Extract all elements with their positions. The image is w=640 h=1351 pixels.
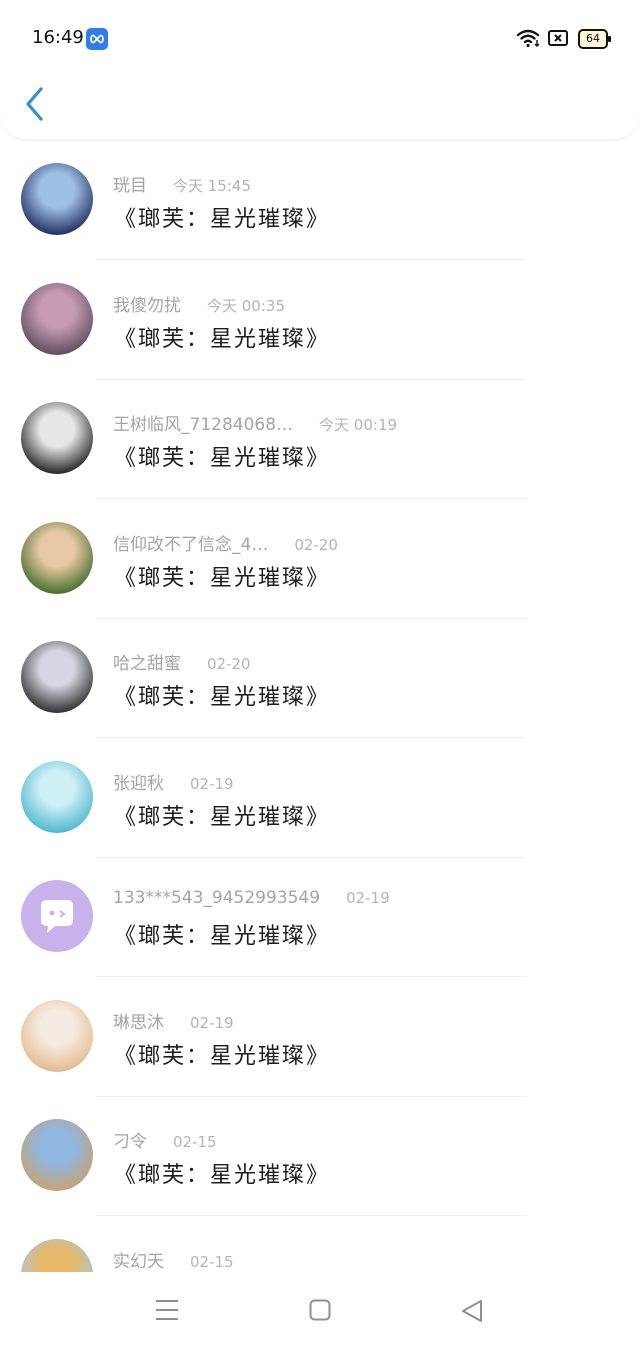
username[interactable]: 珖目 (113, 176, 147, 196)
comment-time: 今天 00:35 (207, 296, 285, 315)
top-bar: 16:49 64 (0, 0, 640, 139)
comment-time: 今天 00:19 (319, 416, 398, 434)
comment-row[interactable]: 张迎秋 02-19 《瑯芙：星光璀璨》 (0, 739, 640, 858)
comment-row[interactable]: 王树临风_71284068… 今天 00:19 《瑯芙：星光璀璨》 (0, 380, 640, 499)
avatar[interactable] (21, 641, 93, 713)
avatar[interactable] (21, 880, 93, 952)
comment-time: 02-15 (173, 1133, 217, 1151)
username[interactable]: 琳思沐 (113, 1013, 164, 1033)
username[interactable]: 张迎秋 (113, 774, 164, 794)
comment-book-title: 《瑯芙：星光璀璨》 (114, 685, 331, 710)
comment-time: 02-15 (190, 1252, 234, 1271)
comment-row[interactable]: 刁令 02-15 《瑯芙：星光璀璨》 (0, 1097, 640, 1216)
comment-book-title: 《瑯芙：星光璀璨》 (114, 565, 331, 591)
username[interactable]: 王树临风_71284068… (113, 415, 293, 435)
back-triangle-icon[interactable] (460, 1299, 484, 1327)
comment-book-title: 《瑯芙：星光璀璨》 (114, 804, 331, 830)
comment-row[interactable]: 信仰改不了信念_4… 02-20 《瑯芙：星光璀璨》 (0, 500, 640, 619)
username[interactable]: 刁令 (113, 1132, 147, 1152)
comment-row[interactable]: 珖目 今天 15:45 《瑯芙：星光璀璨》 (0, 141, 640, 260)
avatar[interactable] (21, 402, 93, 474)
comment-row[interactable]: 133***543_9452993549 02-19 《瑯芙：星光璀璨》 (0, 858, 640, 977)
comment-meta: 珖目 今天 15:45 (113, 171, 251, 196)
status-time: 16:49 (32, 27, 84, 48)
comment-book-title: 《瑯芙：星光璀璨》 (114, 446, 331, 471)
comment-meta: 刁令 02-15 (113, 1127, 217, 1152)
chevron-left-icon (26, 87, 43, 121)
comment-time: 02-20 (294, 535, 338, 554)
comment-row[interactable]: 实幻天 02-15 (0, 1217, 640, 1272)
username[interactable]: 信仰改不了信念_4… (113, 535, 268, 555)
comment-meta: 王树临风_71284068… 今天 00:19 (113, 410, 397, 435)
comment-book-title: 《瑯芙：星光璀璨》 (114, 207, 331, 232)
comment-list[interactable]: 珖目 今天 15:45 《瑯芙：星光璀璨》 我傻勿扰 今天 00:35 《瑯芙：星光璀璨》… (0, 141, 640, 1272)
comment-meta: 实幻天 02-15 (113, 1247, 234, 1272)
battery-indicator: 64 (578, 29, 611, 49)
avatar[interactable] (21, 1238, 93, 1272)
comment-meta: 我傻勿扰 今天 00:35 (113, 291, 285, 316)
infinity-icon (86, 28, 108, 50)
comment-time: 02-19 (346, 889, 390, 907)
comment-time: 今天 15:45 (173, 177, 251, 195)
comment-time: 02-19 (190, 774, 234, 793)
comment-meta: 133***543_9452993549 02-19 (113, 888, 390, 908)
comment-time: 02-19 (190, 1013, 234, 1032)
avatar[interactable] (21, 163, 93, 235)
comment-meta: 琳思沐 02-19 (113, 1008, 234, 1033)
wifi-icon (516, 28, 542, 52)
comment-meta: 信仰改不了信念_4… 02-20 (113, 530, 338, 555)
system-nav-bar (0, 1272, 640, 1351)
avatar[interactable] (21, 999, 93, 1072)
username[interactable]: 133***543_9452993549 (113, 888, 320, 908)
home-icon[interactable] (309, 1299, 331, 1325)
avatar[interactable] (21, 1119, 93, 1191)
comment-row[interactable]: 哈之甜蜜 02-20 《瑯芙：星光璀璨》 (0, 619, 640, 738)
comment-book-title: 《瑯芙：星光璀璨》 (114, 1163, 331, 1188)
avatar[interactable] (21, 760, 93, 833)
comment-book-title: 《瑯芙：星光璀璨》 (114, 924, 331, 949)
comment-book-title: 《瑯芙：星光璀璨》 (114, 326, 331, 352)
comment-meta: 哈之甜蜜 02-20 (113, 649, 251, 674)
comment-row[interactable]: 琳思沐 02-19 《瑯芙：星光璀璨》 (0, 978, 640, 1097)
username[interactable]: 实幻天 (113, 1252, 164, 1272)
menu-icon[interactable] (155, 1299, 179, 1325)
username[interactable]: 哈之甜蜜 (113, 654, 181, 674)
comment-book-title: 《瑯芙：星光璀璨》 (114, 1043, 331, 1069)
comment-time: 02-20 (207, 655, 251, 673)
back-button[interactable] (22, 86, 50, 122)
avatar[interactable] (21, 521, 93, 594)
username[interactable]: 我傻勿扰 (113, 296, 181, 316)
avatar[interactable] (21, 282, 93, 355)
no-sim-icon (548, 30, 568, 50)
comment-meta: 张迎秋 02-19 (113, 769, 234, 794)
comment-row[interactable]: 我傻勿扰 今天 00:35 《瑯芙：星光璀璨》 (0, 261, 640, 380)
